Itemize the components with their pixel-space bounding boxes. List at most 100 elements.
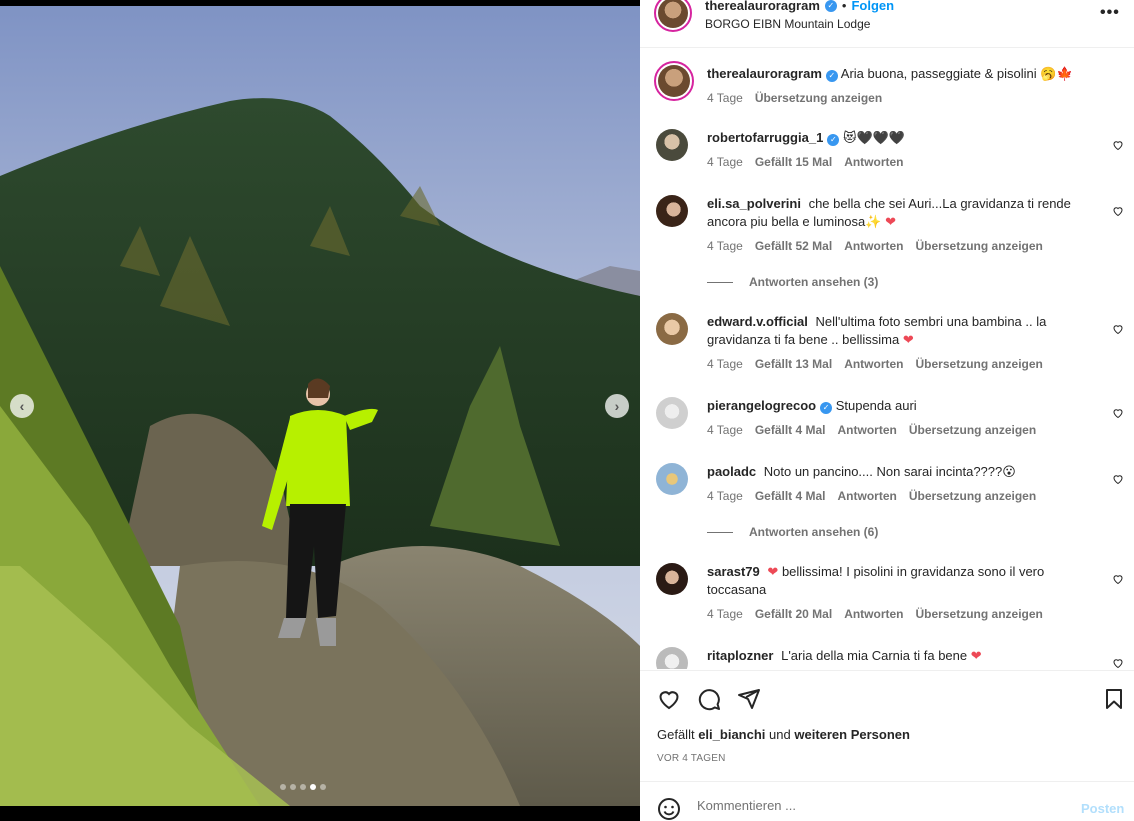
share-icon[interactable] [737,687,761,711]
view-replies-label[interactable]: Antworten ansehen (3) [749,275,878,289]
comment-meta: 4 Tage Gefällt 52 Mal Antworten Übersetz… [707,237,1102,255]
reply-button[interactable]: Antworten [844,355,903,373]
comment-text: Noto un pancino.... Non sarai incinta???… [763,464,1016,479]
comment-icon[interactable] [697,687,721,711]
replies-divider [707,531,733,533]
translate-button[interactable]: Übersetzung anzeigen [909,487,1036,505]
like-icon[interactable] [657,687,681,711]
like-comment-icon[interactable] [1112,657,1124,669]
avatar[interactable] [656,647,688,669]
translate-button[interactable]: Übersetzung anzeigen [916,237,1043,255]
verified-icon: ✓ [827,134,840,146]
more-options-icon[interactable]: ••• [1100,4,1120,22]
comment-body: paoladc Noto un pancino.... Non sarai in… [707,463,1102,505]
post-photo[interactable]: ‹ › [0,6,640,806]
caption-username[interactable]: therealauroragram [707,66,822,81]
avatar[interactable] [656,463,688,495]
like-comment-icon[interactable] [1112,573,1124,585]
comment-likes[interactable]: Gefällt 4 Mal [755,487,826,505]
comment-likes[interactable]: Gefällt 20 Mal [755,605,832,623]
comment-age[interactable]: 4 Tage [707,237,743,255]
chevron-right-icon[interactable]: › [605,394,629,418]
translate-button[interactable]: Übersetzung anzeigen [909,421,1036,439]
avatar[interactable] [656,397,688,429]
reply-button[interactable]: Antworten [844,237,903,255]
avatar[interactable] [654,0,692,32]
comment-username[interactable]: sarast79 [707,564,760,579]
like-comment-icon[interactable] [1112,139,1124,151]
avatar[interactable] [656,129,688,161]
comment-username[interactable]: robertofarruggia_1 [707,130,823,145]
comment-age[interactable]: 4 Tage [707,605,743,623]
translate-button[interactable]: Übersetzung anzeigen [916,605,1043,623]
post-comment-button[interactable]: Posten [1081,801,1124,816]
comment-age[interactable]: 4 Tage [707,153,743,171]
comment-likes[interactable]: Gefällt 4 Mal [755,421,826,439]
comment-likes[interactable]: Gefällt 13 Mal [755,355,832,373]
verified-icon: ✓ [820,402,833,414]
carousel-dot [300,784,306,790]
post-header: therealauroragram ✓ • Folgen BORGO EIBN … [640,0,1134,48]
separator-dot: • [841,0,847,13]
comment-likes[interactable]: Gefällt 15 Mal [755,153,832,171]
caption-meta: 4 Tage Übersetzung anzeigen [707,89,1102,107]
reply-button[interactable]: Antworten [844,605,903,623]
comment-age[interactable]: 4 Tage [707,421,743,439]
emoji-icon[interactable] [657,797,681,821]
avatar[interactable] [656,313,688,345]
comment-body: ritaplozner L'aria della mia Carnia ti f… [707,647,1102,665]
save-icon[interactable] [1102,687,1126,711]
comment-username[interactable]: ritaplozner [707,648,773,663]
post-location[interactable]: BORGO EIBN Mountain Lodge [705,17,870,31]
comment-body: eli.sa_polverini che bella che sei Auri.… [707,195,1102,255]
comment-input[interactable] [697,798,1057,813]
like-comment-icon[interactable] [1112,323,1124,335]
comment-meta: 4 Tage Gefällt 15 Mal Antworten [707,153,1102,171]
heart-emoji: ❤ [970,648,982,663]
reply-button[interactable]: Antworten [838,487,897,505]
comment-age[interactable]: 4 Tage [707,355,743,373]
comment-meta: 4 Tage Gefällt 20 Mal Antworten Übersetz… [707,605,1102,623]
like-comment-icon[interactable] [1112,407,1124,419]
view-replies-label[interactable]: Antworten ansehen (6) [749,525,878,539]
view-replies-button[interactable]: Antworten ansehen (3) [707,275,878,289]
comment-text: Stupenda auri [835,398,917,413]
follow-button[interactable]: Folgen [851,0,894,13]
comment-meta: 4 Tage Gefällt 4 Mal Antworten Übersetzu… [707,421,1102,439]
chevron-left-icon[interactable]: ‹ [10,394,34,418]
comment-text: L'aria della mia Carnia ti fa bene [781,648,968,663]
view-replies-button[interactable]: Antworten ansehen (6) [707,525,878,539]
carousel-dot-active [310,784,316,790]
verified-icon: ✓ [825,70,838,82]
comment-age[interactable]: 4 Tage [707,487,743,505]
comment-username[interactable]: pierangelogrecoo [707,398,816,413]
reply-button[interactable]: Antworten [844,153,903,171]
caption-text: Aria buona, passeggiate & pisolini 🥱🍁 [840,66,1073,81]
liked-by-others[interactable]: weiteren Personen [794,727,910,742]
comments-list[interactable]: therealauroragram ✓ Aria buona, passeggia… [640,49,1134,669]
post-date[interactable]: VOR 4 TAGEN [657,753,726,764]
translate-button[interactable]: Übersetzung anzeigen [755,89,882,107]
caption-body: therealauroragram ✓ Aria buona, passeggia… [707,65,1102,107]
post-username[interactable]: therealauroragram [705,0,820,13]
liked-by-prefix: Gefällt [657,727,695,742]
avatar[interactable] [656,563,688,595]
carousel-dots [280,784,326,790]
caption-age[interactable]: 4 Tage [707,89,743,107]
comment-likes[interactable]: Gefällt 52 Mal [755,237,832,255]
like-comment-icon[interactable] [1112,473,1124,485]
comment-username[interactable]: edward.v.official [707,314,808,329]
reply-button[interactable]: Antworten [838,421,897,439]
translate-button[interactable]: Übersetzung anzeigen [916,355,1043,373]
add-comment-bar: Posten [640,781,1134,821]
comment-username[interactable]: eli.sa_polverini [707,196,801,211]
comment-meta: 4 Tage Gefällt 4 Mal Antworten Übersetzu… [707,487,1102,505]
comment-username[interactable]: paoladc [707,464,756,479]
carousel-dot [290,784,296,790]
heart-emoji: ❤ [885,214,896,229]
avatar[interactable] [656,195,688,227]
liked-by-user[interactable]: eli_bianchi [698,727,765,742]
avatar[interactable] [654,61,694,101]
like-comment-icon[interactable] [1112,205,1124,217]
comment-body: sarast79 ❤ bellissima! I pisolini in gra… [707,563,1102,623]
